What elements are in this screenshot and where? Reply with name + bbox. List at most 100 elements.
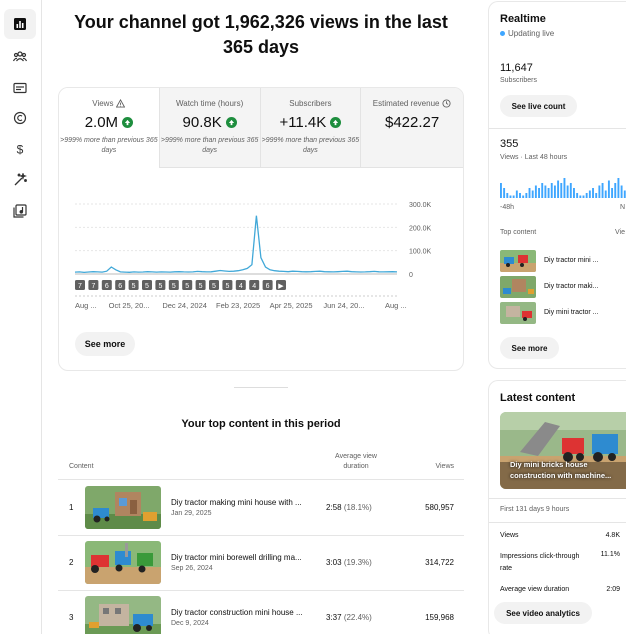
realtime-bar	[512, 195, 515, 198]
stat-label: Views	[500, 532, 519, 539]
realtime-bar	[531, 190, 534, 198]
event-marker-label: 5	[158, 283, 162, 290]
avg-duration: 2:58	[326, 503, 342, 512]
table-row[interactable]: 3 Diy tractor construction mini house ..…	[58, 591, 464, 634]
realtime-see-more-button[interactable]: See more	[500, 337, 559, 359]
avg-duration-percent: (19.3%)	[343, 558, 372, 567]
video-thumbnail[interactable]	[500, 302, 536, 324]
nav-earn-icon[interactable]: $	[4, 134, 36, 164]
event-marker-label: 6	[266, 283, 270, 290]
latest-video-caption: Diy mini bricks house construction with …	[510, 460, 612, 480]
realtime-axis-end: N	[620, 204, 626, 211]
video-title[interactable]: Diy tractor making mini house with ...	[171, 498, 311, 507]
stat-value: 11.1%	[600, 551, 620, 558]
table-row[interactable]: 2 Diy tractor mini borewell drilling ma.…	[58, 536, 464, 591]
realtime-bar	[585, 193, 588, 198]
video-thumbnail[interactable]	[500, 276, 536, 298]
realtime-bar	[500, 183, 502, 198]
divider	[489, 498, 626, 499]
row-rank: 3	[69, 613, 74, 622]
list-item[interactable]: Diy tractor mini ...	[500, 250, 626, 272]
realtime-bar	[582, 195, 585, 198]
metric-tab-watch-time[interactable]: Watch time (hours) 90.8K >999% more than…	[159, 88, 261, 168]
overview-card: Views 2.0M >999% more than previous 365 …	[58, 87, 464, 371]
event-marker-label: 4	[252, 283, 256, 290]
list-item[interactable]: Diy mini tractor ...	[500, 302, 626, 324]
video-thumbnail[interactable]	[85, 541, 161, 584]
metric-tab-views[interactable]: Views 2.0M >999% more than previous 365 …	[59, 88, 160, 168]
realtime-bar	[595, 193, 598, 198]
video-title[interactable]: Diy tractor mini borewell drilling ma...	[171, 553, 311, 562]
live-dot-icon	[500, 31, 505, 36]
realtime-subscribers-value: 11,647	[500, 62, 533, 74]
col-content-header: Content	[69, 463, 94, 470]
realtime-subscribers-label: Subscribers	[500, 77, 537, 84]
page-headline: Your channel got 1,962,326 views in the …	[74, 12, 448, 57]
views-series-line	[74, 215, 398, 274]
warning-icon	[116, 99, 126, 108]
video-title[interactable]: Diy tractor construction mini house ...	[171, 608, 311, 617]
arrow-up-icon	[122, 117, 134, 128]
see-live-count-button[interactable]: See live count	[500, 95, 577, 117]
realtime-bar	[611, 188, 614, 198]
event-marker-label: 6	[118, 283, 122, 290]
metric-value: $422.27	[385, 114, 440, 131]
realtime-bar	[503, 188, 506, 198]
realtime-bar	[614, 183, 617, 198]
x-tick-label: Jun 24, 20...	[323, 301, 364, 310]
realtime-bar	[525, 193, 528, 198]
latest-video-thumbnail[interactable]: Diy mini bricks house construction with …	[500, 412, 626, 489]
x-tick-label: Aug ...	[385, 301, 407, 310]
avg-duration-percent: (22.4%)	[343, 613, 372, 622]
realtime-bar	[563, 178, 566, 198]
nav-customization-icon[interactable]	[4, 165, 36, 195]
realtime-bar	[544, 185, 547, 198]
realtime-bar	[566, 185, 569, 198]
metric-tab-subscribers[interactable]: Subscribers +11.4K >999% more than previ…	[260, 88, 362, 168]
top-content-label: Top content	[500, 229, 537, 236]
realtime-bar	[573, 188, 575, 198]
realtime-bar	[617, 178, 620, 198]
metric-note: >999% more than previous 365 days	[261, 137, 360, 154]
latest-content-panel: Latest content Diy mini bricks house con…	[488, 380, 626, 634]
nav-audience-icon[interactable]	[4, 41, 36, 71]
realtime-bar	[620, 185, 623, 198]
event-marker-label: 5	[145, 283, 149, 290]
video-thumbnail[interactable]	[85, 596, 161, 634]
realtime-bar	[598, 185, 601, 198]
realtime-bar	[509, 195, 512, 198]
video-date: Jan 29, 2025	[171, 510, 212, 517]
y-tick-label: 0	[409, 272, 413, 279]
metric-tab-revenue[interactable]: Estimated revenue $422.27	[361, 88, 463, 168]
video-title: Diy mini tractor ...	[544, 309, 599, 316]
realtime-bar	[592, 188, 594, 198]
realtime-bar	[560, 183, 563, 198]
nav-overview-icon[interactable]	[4, 9, 36, 39]
top-content-table-header: Content Average view duration Views	[58, 452, 464, 480]
video-title: Diy tractor mini ...	[544, 257, 599, 264]
see-more-button[interactable]: See more	[75, 332, 135, 356]
divider	[489, 522, 626, 523]
video-thumbnail[interactable]	[500, 250, 536, 272]
video-date: Dec 9, 2024	[171, 620, 209, 627]
x-tick-label: Apr 25, 2025	[270, 301, 313, 310]
list-item[interactable]: Diy tractor maki...	[500, 276, 626, 298]
views-count: 159,968	[425, 613, 454, 622]
nav-copyright-icon[interactable]	[4, 103, 36, 133]
metric-note: >999% more than previous 365 days	[160, 137, 259, 154]
metric-value: 2.0M	[84, 114, 119, 131]
see-video-analytics-button[interactable]: See video analytics	[494, 602, 592, 624]
nav-subtitles-icon[interactable]	[4, 73, 36, 103]
video-thumbnail[interactable]	[85, 486, 161, 529]
realtime-bar	[588, 190, 591, 198]
realtime-bar	[534, 185, 537, 198]
realtime-axis-start: -48h	[500, 204, 515, 211]
event-marker-label: 5	[172, 283, 176, 290]
section-divider	[234, 387, 288, 388]
table-row[interactable]: 1 Diy tractor making mini house with ...…	[58, 481, 464, 536]
svg-text:$: $	[17, 143, 24, 157]
nav-audio-library-icon[interactable]	[4, 196, 36, 226]
metric-label: Subscribers	[289, 99, 332, 108]
metric-tabs: Views 2.0M >999% more than previous 365 …	[59, 88, 463, 168]
top-content-views-col: Vie	[615, 229, 625, 236]
